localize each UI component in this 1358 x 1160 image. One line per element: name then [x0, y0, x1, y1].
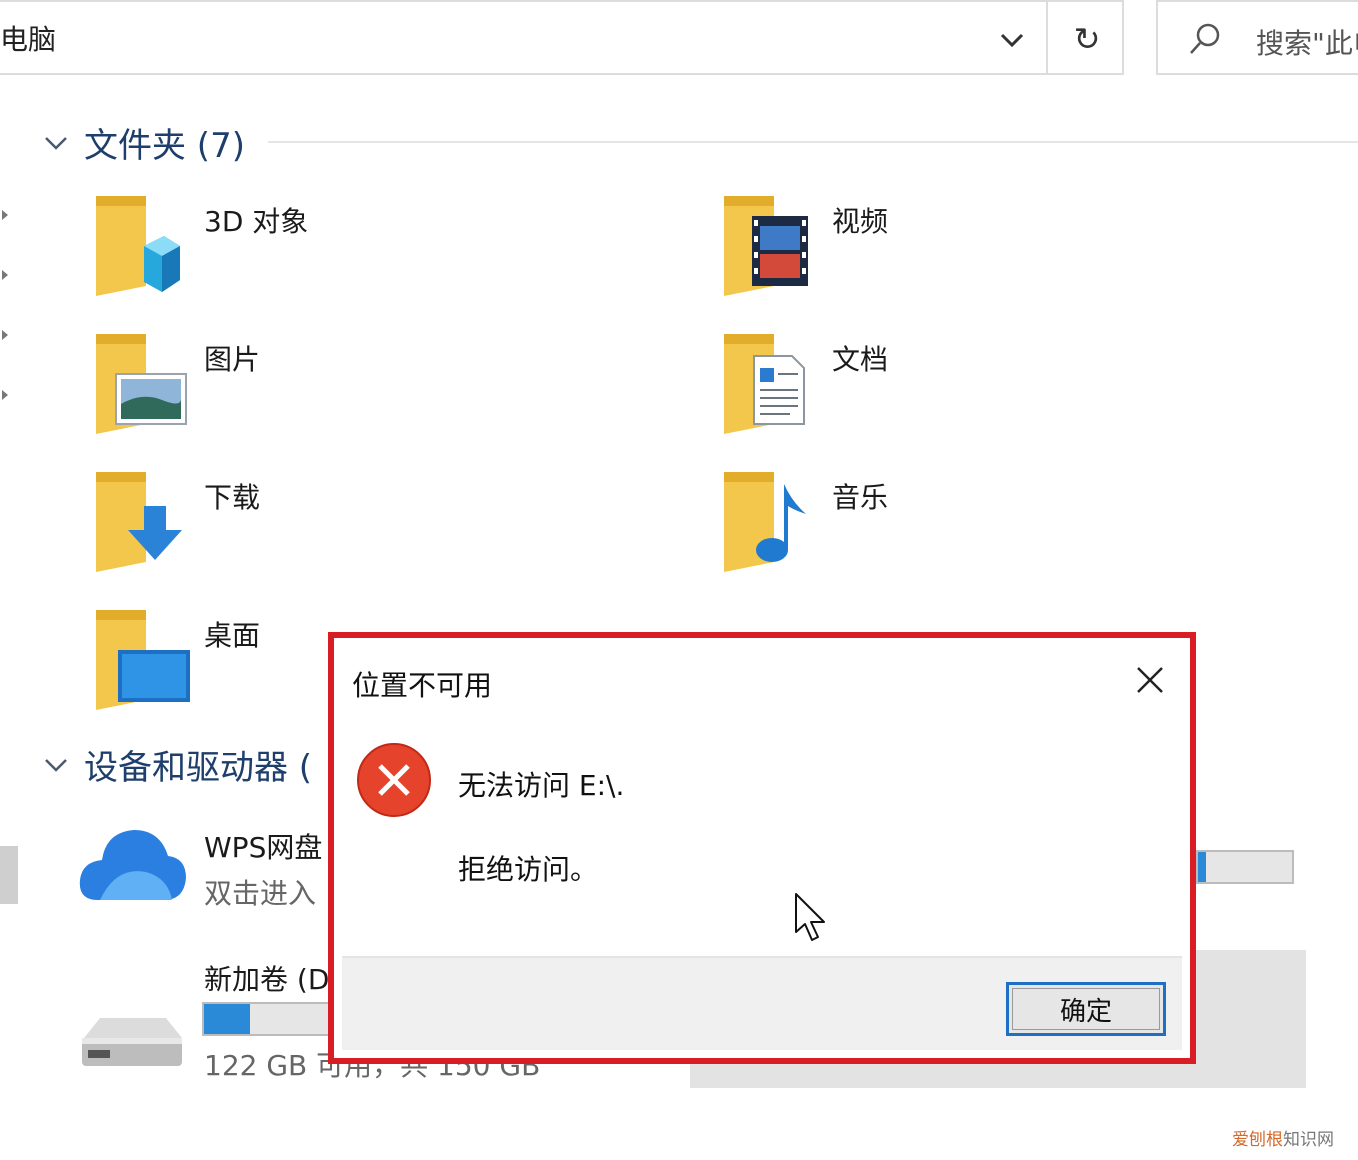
watermark-rest: 知识网: [1283, 1130, 1334, 1150]
group-title: 文件夹 (7): [84, 126, 245, 166]
divider: [268, 141, 1358, 143]
error-icon: [356, 742, 432, 822]
close-icon[interactable]: [1130, 660, 1170, 700]
error-dialog: 位置不可用 无法访问 E:\. 拒绝访问。 确定: [328, 632, 1196, 1064]
nav-expand-icon[interactable]: [2, 210, 8, 220]
videos-folder-icon: [724, 196, 808, 296]
folder-3d-objects[interactable]: 3D 对象: [92, 196, 652, 306]
storage-bar-fill: [1198, 852, 1206, 882]
drive-icon: [82, 1018, 182, 1066]
folder-documents[interactable]: 文档: [720, 334, 1280, 444]
desktop-folder-icon: [96, 610, 190, 710]
divider: [1046, 2, 1048, 75]
documents-folder-icon: [724, 334, 805, 434]
error-message: 无法访问 E:\.: [458, 769, 625, 802]
search-icon: [1188, 22, 1222, 60]
drive-name[interactable]: WPS网盘: [204, 826, 322, 866]
folders-group-header[interactable]: 文件夹 (7): [44, 118, 245, 167]
wps-cloud-icon: [79, 830, 186, 900]
nav-pane-scroll: [0, 846, 18, 904]
watermark: 爱刨根知识网: [1232, 1125, 1334, 1150]
folder-videos[interactable]: 视频: [720, 196, 1280, 306]
chevron-down-icon: [45, 758, 67, 772]
folder-label: 桌面: [204, 619, 261, 652]
ok-button[interactable]: 确定: [1006, 982, 1166, 1036]
group-title: 设备和驱动器 (: [84, 748, 313, 788]
dialog-title: 位置不可用: [352, 669, 493, 702]
drive-subtitle: 双击进入: [204, 877, 317, 910]
folder-label: 下载: [204, 481, 261, 514]
folder-downloads[interactable]: 下载: [92, 472, 652, 582]
folder-label: 图片: [204, 343, 261, 376]
folder-label: 文档: [832, 343, 889, 376]
search-input[interactable]: 搜索"此电脑": [1256, 22, 1358, 62]
dialog-footer: 确定: [342, 956, 1182, 1050]
mouse-cursor-icon: [794, 892, 828, 948]
search-box[interactable]: 搜索"此电脑": [1156, 0, 1358, 75]
folder-label: 视频: [832, 205, 889, 238]
storage-bar: [1196, 850, 1294, 884]
pictures-folder-icon: [96, 334, 187, 434]
nav-expand-icon[interactable]: [2, 270, 8, 280]
folder-pictures[interactable]: 图片: [92, 334, 652, 444]
folder-label: 3D 对象: [204, 205, 309, 238]
chevron-down-icon[interactable]: [990, 22, 1034, 58]
watermark-accent: 爱刨根: [1232, 1130, 1283, 1150]
dialog-body: 位置不可用 无法访问 E:\. 拒绝访问。 确定: [342, 646, 1182, 1050]
storage-bar-fill: [204, 1004, 251, 1034]
address-bar[interactable]: 电脑 ↻: [0, 0, 1124, 75]
nav-expand-icon[interactable]: [2, 390, 8, 400]
music-folder-icon: [724, 472, 806, 572]
folder-label: 音乐: [832, 481, 889, 514]
folder-music[interactable]: 音乐: [720, 472, 1280, 582]
downloads-folder-icon: [96, 472, 182, 572]
drive-name[interactable]: 新加卷 (D: [204, 958, 329, 998]
error-detail: 拒绝访问。: [458, 853, 599, 886]
chevron-down-icon: [45, 136, 67, 150]
3d-objects-folder-icon: [96, 196, 180, 296]
address-path: 电脑: [0, 23, 57, 56]
refresh-icon[interactable]: ↻: [1058, 18, 1116, 60]
devices-group-header[interactable]: 设备和驱动器 (: [44, 740, 312, 789]
nav-expand-icon[interactable]: [2, 330, 8, 340]
